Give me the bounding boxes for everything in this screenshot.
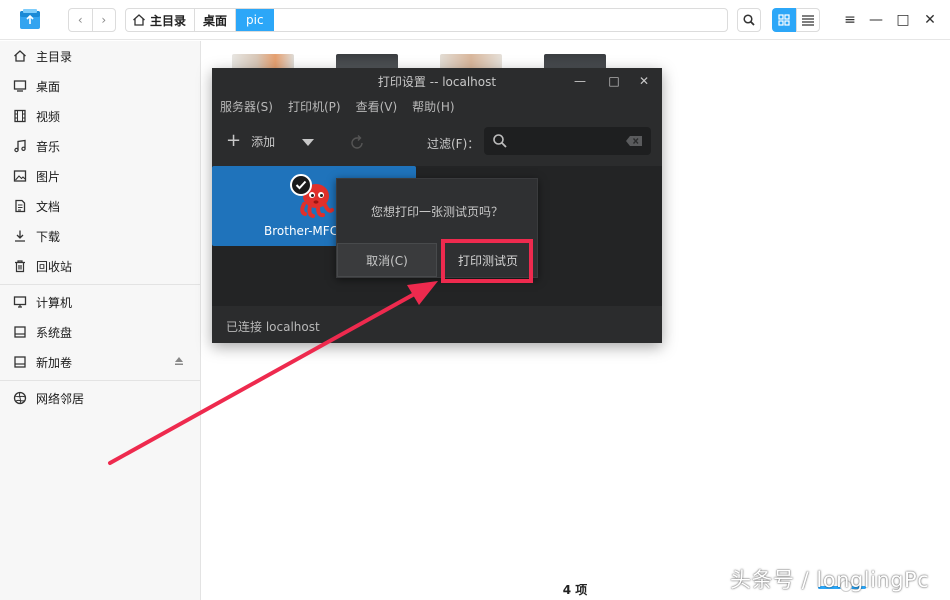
breadcrumb-home-label: 主目录 <box>150 13 187 28</box>
grid-icon <box>778 14 790 26</box>
sidebar-item-label: 音乐 <box>36 139 61 154</box>
sidebar-item-documents[interactable]: 文档 <box>0 191 200 221</box>
print-window-minimize-button[interactable]: — <box>572 73 588 89</box>
search-button[interactable] <box>737 8 761 32</box>
sidebar-item-label: 视频 <box>36 109 61 124</box>
sidebar-item-label: 文档 <box>36 199 61 214</box>
screen: ‹ › 主目录 桌面 pic ≡ — □ ✕ 主目录 桌面 视频 音乐 图片 文… <box>0 0 950 600</box>
print-toolbar: + 添加 过滤(F)： <box>212 124 662 164</box>
search-icon <box>493 134 507 148</box>
sidebar-item-label: 计算机 <box>36 295 73 310</box>
menu-help[interactable]: 帮助(H) <box>412 98 454 115</box>
clear-icon[interactable] <box>625 135 643 147</box>
home-icon <box>12 48 28 64</box>
minimize-button[interactable]: — <box>866 10 886 30</box>
breadcrumb-home[interactable]: 主目录 <box>126 9 196 31</box>
drive-icon <box>12 324 28 340</box>
download-icon <box>12 228 28 244</box>
sidebar-item-home[interactable]: 主目录 <box>0 41 200 71</box>
sidebar-item-label: 网络邻居 <box>36 391 85 406</box>
home-icon <box>133 14 145 26</box>
plus-icon: + <box>226 130 242 151</box>
document-icon <box>12 198 28 214</box>
sidebar-divider <box>0 284 200 285</box>
search-icon <box>743 14 755 26</box>
forward-button[interactable]: › <box>91 9 116 31</box>
refresh-icon[interactable] <box>348 134 366 152</box>
sidebar-item-new-volume[interactable]: 新加卷 <box>0 347 200 377</box>
print-window-title: 打印设置 -- localhost <box>377 74 497 89</box>
title-bar: ‹ › 主目录 桌面 pic ≡ — □ ✕ <box>0 0 950 40</box>
sidebar-item-pictures[interactable]: 图片 <box>0 161 200 191</box>
sidebar-item-label: 系统盘 <box>36 325 73 340</box>
watermark: 头条号 / longlingPc <box>730 568 930 592</box>
print-window-maximize-button[interactable]: □ <box>606 73 622 89</box>
sidebar-item-label: 桌面 <box>36 79 61 94</box>
sidebar-item-network[interactable]: 网络邻居 <box>0 383 200 413</box>
item-count: 4 项 <box>562 583 588 597</box>
sidebar-item-label: 回收站 <box>36 259 73 274</box>
maximize-button[interactable]: □ <box>893 10 913 30</box>
trash-icon <box>12 258 28 274</box>
print-window-close-button[interactable]: ✕ <box>636 73 652 89</box>
sidebar-item-label: 图片 <box>36 169 61 184</box>
default-printer-check-icon <box>290 174 312 196</box>
network-icon <box>12 390 28 406</box>
filter-input[interactable] <box>484 127 651 155</box>
list-icon <box>802 15 814 26</box>
sidebar-item-music[interactable]: 音乐 <box>0 131 200 161</box>
connection-status: 已连接 localhost <box>226 320 320 334</box>
computer-icon <box>12 294 28 310</box>
sidebar-item-label: 主目录 <box>36 49 73 64</box>
close-button[interactable]: ✕ <box>920 10 940 30</box>
eject-icon[interactable] <box>174 356 184 366</box>
sidebar-item-system-disk[interactable]: 系统盘 <box>0 317 200 347</box>
add-printer-button[interactable]: + 添加 <box>226 132 275 150</box>
icon-view-button[interactable] <box>772 8 796 32</box>
sidebar-item-downloads[interactable]: 下载 <box>0 221 200 251</box>
cancel-button[interactable]: 取消(C) <box>337 243 437 277</box>
dialog-message: 您想打印一张测试页吗？ <box>370 205 503 219</box>
menu-button[interactable]: ≡ <box>840 10 860 30</box>
breadcrumb-desktop[interactable]: 桌面 <box>195 9 237 31</box>
sidebar-item-videos[interactable]: 视频 <box>0 101 200 131</box>
picture-icon <box>12 168 28 184</box>
sidebar-item-computer[interactable]: 计算机 <box>0 287 200 317</box>
sidebar-item-desktop[interactable]: 桌面 <box>0 71 200 101</box>
highlight-box <box>441 239 533 283</box>
breadcrumb-pic[interactable]: pic <box>236 9 274 31</box>
desktop-icon <box>12 78 28 94</box>
add-printer-label: 添加 <box>251 134 276 149</box>
sidebar-item-label: 下载 <box>36 229 61 244</box>
navigation-buttons: ‹ › <box>68 8 116 32</box>
chevron-down-icon[interactable] <box>302 139 314 146</box>
music-icon <box>12 138 28 154</box>
video-icon <box>12 108 28 124</box>
sidebar: 主目录 桌面 视频 音乐 图片 文档 下载 回收站 计算机 系统盘 新加卷 网络… <box>0 41 201 600</box>
sidebar-item-trash[interactable]: 回收站 <box>0 251 200 281</box>
sidebar-divider <box>0 380 200 381</box>
menu-view[interactable]: 查看(V) <box>356 98 398 115</box>
filter-label: 过滤(F)： <box>427 137 480 151</box>
menu-server[interactable]: 服务器(S) <box>220 98 273 115</box>
print-menubar: 服务器(S) 打印机(P) 查看(V) 帮助(H) <box>220 98 455 115</box>
menu-printer[interactable]: 打印机(P) <box>288 98 341 115</box>
printer-name: Brother-MFC- <box>264 224 343 238</box>
drive-icon <box>12 354 28 370</box>
back-button[interactable]: ‹ <box>69 9 92 31</box>
list-view-button[interactable] <box>796 8 820 32</box>
breadcrumb: 主目录 桌面 pic <box>125 8 728 32</box>
file-manager-logo-icon <box>20 9 40 29</box>
sidebar-item-label: 新加卷 <box>36 355 73 370</box>
